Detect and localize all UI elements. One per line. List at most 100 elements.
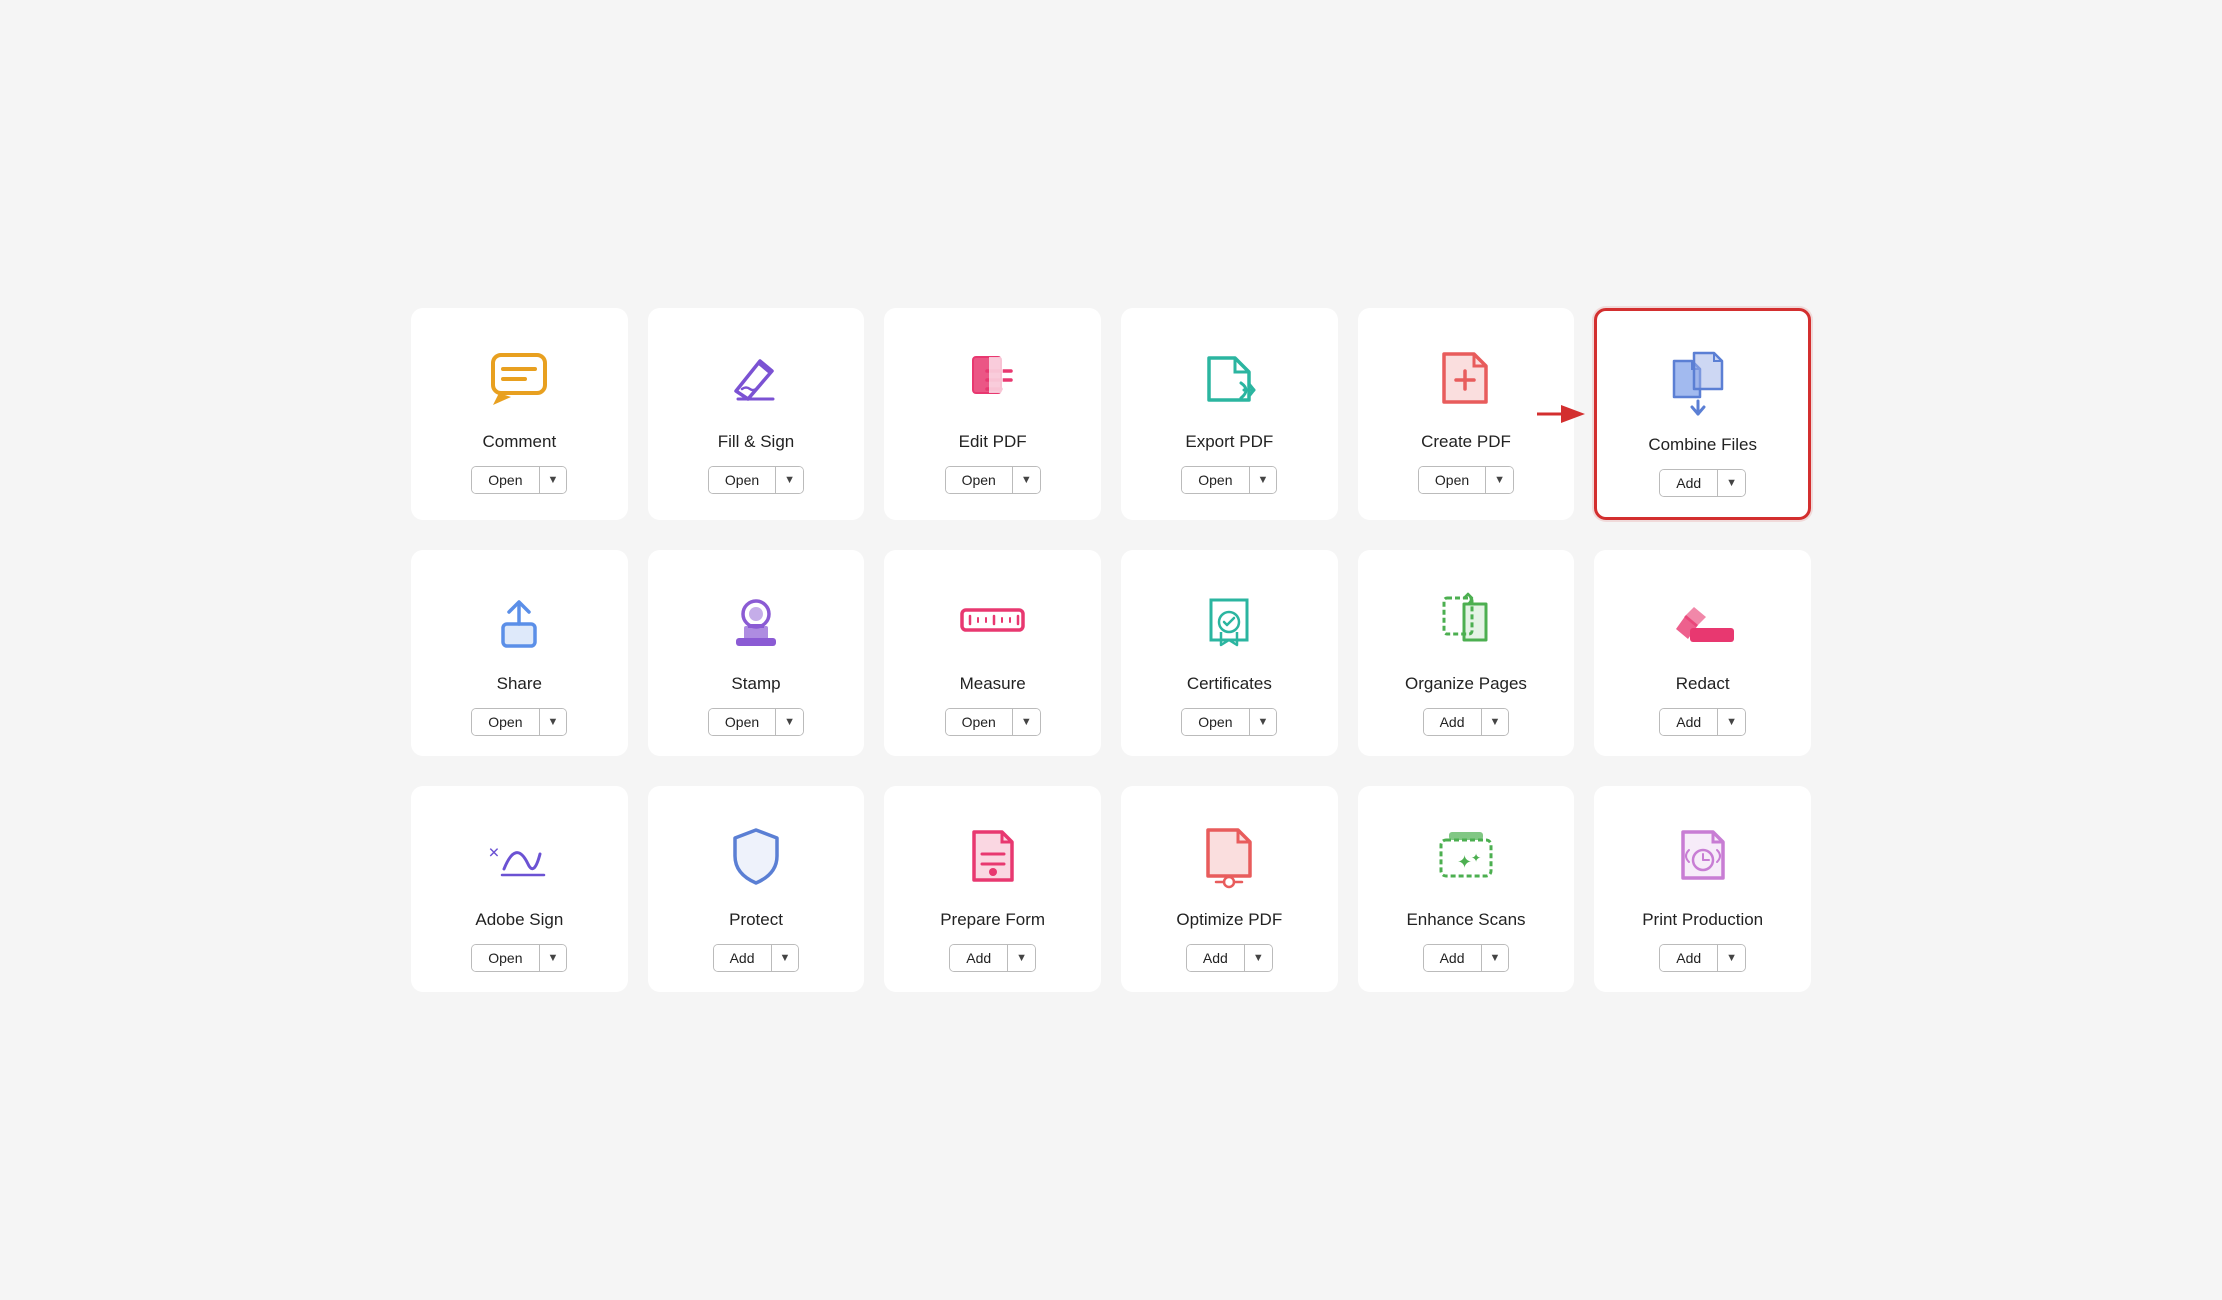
comment-icon (479, 338, 559, 418)
create-pdf-icon (1426, 338, 1506, 418)
enhance-scans-main-button[interactable]: Add (1424, 945, 1481, 971)
comment-dropdown-button[interactable]: ▼ (540, 467, 567, 493)
edit-pdf-dropdown-button[interactable]: ▼ (1013, 467, 1040, 493)
organize-pages-dropdown-button[interactable]: ▼ (1482, 709, 1509, 735)
tool-card-combine-files: Combine Files Add▼ (1594, 308, 1811, 520)
export-pdf-icon (1189, 338, 1269, 418)
create-pdf-main-button[interactable]: Open (1419, 467, 1485, 493)
comment-button-group: Open▼ (471, 466, 567, 494)
enhance-scans-icon: ✦ ✦ (1426, 816, 1506, 896)
svg-text:✦: ✦ (1457, 852, 1472, 872)
measure-dropdown-button[interactable]: ▼ (1013, 709, 1040, 735)
combine-files-label: Combine Files (1648, 435, 1757, 455)
redact-main-button[interactable]: Add (1660, 709, 1717, 735)
print-production-main-button[interactable]: Add (1660, 945, 1717, 971)
measure-label: Measure (960, 674, 1026, 694)
combine-files-main-button[interactable]: Add (1660, 470, 1717, 496)
share-main-button[interactable]: Open (472, 709, 538, 735)
tool-card-redact: Redact Add▼ (1594, 550, 1811, 756)
stamp-dropdown-button[interactable]: ▼ (776, 709, 803, 735)
combine-files-button-group: Add▼ (1659, 469, 1746, 497)
print-production-label: Print Production (1642, 910, 1763, 930)
tool-card-optimize-pdf: Optimize PDF Add▼ (1121, 786, 1338, 992)
fill-sign-main-button[interactable]: Open (709, 467, 775, 493)
stamp-label: Stamp (731, 674, 780, 694)
measure-button-group: Open▼ (945, 708, 1041, 736)
organize-pages-label: Organize Pages (1405, 674, 1527, 694)
stamp-main-button[interactable]: Open (709, 709, 775, 735)
prepare-form-main-button[interactable]: Add (950, 945, 1007, 971)
print-production-dropdown-button[interactable]: ▼ (1718, 945, 1745, 971)
organize-pages-main-button[interactable]: Add (1424, 709, 1481, 735)
optimize-pdf-button-group: Add▼ (1186, 944, 1273, 972)
adobe-sign-button-group: Open▼ (471, 944, 567, 972)
measure-main-button[interactable]: Open (946, 709, 1012, 735)
tool-card-enhance-scans: ✦ ✦ Enhance Scans Add▼ (1358, 786, 1575, 992)
prepare-form-dropdown-button[interactable]: ▼ (1008, 945, 1035, 971)
certificates-label: Certificates (1187, 674, 1272, 694)
comment-main-button[interactable]: Open (472, 467, 538, 493)
enhance-scans-label: Enhance Scans (1406, 910, 1525, 930)
measure-icon (953, 580, 1033, 660)
prepare-form-icon (953, 816, 1033, 896)
print-production-icon (1663, 816, 1743, 896)
export-pdf-main-button[interactable]: Open (1182, 467, 1248, 493)
optimize-pdf-icon (1189, 816, 1269, 896)
edit-pdf-button-group: Open▼ (945, 466, 1041, 494)
adobe-sign-icon: × (479, 816, 559, 896)
organize-pages-button-group: Add▼ (1423, 708, 1510, 736)
stamp-icon (716, 580, 796, 660)
protect-dropdown-button[interactable]: ▼ (772, 945, 799, 971)
share-dropdown-button[interactable]: ▼ (540, 709, 567, 735)
export-pdf-label: Export PDF (1185, 432, 1273, 452)
adobe-sign-main-button[interactable]: Open (472, 945, 538, 971)
combine-files-icon (1663, 341, 1743, 421)
protect-main-button[interactable]: Add (714, 945, 771, 971)
create-pdf-button-group: Open▼ (1418, 466, 1514, 494)
tool-card-prepare-form: Prepare Form Add▼ (884, 786, 1101, 992)
tool-card-fill-sign: Fill & Sign Open▼ (648, 308, 865, 520)
edit-pdf-icon (953, 338, 1033, 418)
print-production-button-group: Add▼ (1659, 944, 1746, 972)
protect-icon (716, 816, 796, 896)
certificates-main-button[interactable]: Open (1182, 709, 1248, 735)
export-pdf-dropdown-button[interactable]: ▼ (1250, 467, 1277, 493)
share-icon (479, 580, 559, 660)
tool-card-organize-pages: Organize Pages Add▼ (1358, 550, 1575, 756)
tool-card-stamp: Stamp Open▼ (648, 550, 865, 756)
edit-pdf-main-button[interactable]: Open (946, 467, 1012, 493)
tool-card-protect: Protect Add▼ (648, 786, 865, 992)
adobe-sign-dropdown-button[interactable]: ▼ (540, 945, 567, 971)
tool-card-print-production: Print Production Add▼ (1594, 786, 1811, 992)
tool-card-adobe-sign: × Adobe Sign Open▼ (411, 786, 628, 992)
tool-card-edit-pdf: Edit PDF Open▼ (884, 308, 1101, 520)
protect-label: Protect (729, 910, 783, 930)
create-pdf-label: Create PDF (1421, 432, 1511, 452)
stamp-button-group: Open▼ (708, 708, 804, 736)
create-pdf-dropdown-button[interactable]: ▼ (1486, 467, 1513, 493)
edit-pdf-label: Edit PDF (959, 432, 1027, 452)
enhance-scans-button-group: Add▼ (1423, 944, 1510, 972)
optimize-pdf-label: Optimize PDF (1176, 910, 1282, 930)
fill-sign-icon (716, 338, 796, 418)
redact-dropdown-button[interactable]: ▼ (1718, 709, 1745, 735)
comment-label: Comment (482, 432, 556, 452)
enhance-scans-dropdown-button[interactable]: ▼ (1482, 945, 1509, 971)
combine-files-dropdown-button[interactable]: ▼ (1718, 470, 1745, 496)
redact-label: Redact (1676, 674, 1730, 694)
fill-sign-label: Fill & Sign (718, 432, 795, 452)
optimize-pdf-dropdown-button[interactable]: ▼ (1245, 945, 1272, 971)
fill-sign-dropdown-button[interactable]: ▼ (776, 467, 803, 493)
optimize-pdf-main-button[interactable]: Add (1187, 945, 1244, 971)
certificates-button-group: Open▼ (1181, 708, 1277, 736)
prepare-form-button-group: Add▼ (949, 944, 1036, 972)
prepare-form-label: Prepare Form (940, 910, 1045, 930)
protect-button-group: Add▼ (713, 944, 800, 972)
adobe-sign-label: Adobe Sign (475, 910, 563, 930)
redact-icon (1663, 580, 1743, 660)
tool-card-export-pdf: Export PDF Open▼ (1121, 308, 1338, 520)
arrow-indicator (1537, 404, 1587, 424)
certificates-icon (1189, 580, 1269, 660)
export-pdf-button-group: Open▼ (1181, 466, 1277, 494)
certificates-dropdown-button[interactable]: ▼ (1250, 709, 1277, 735)
